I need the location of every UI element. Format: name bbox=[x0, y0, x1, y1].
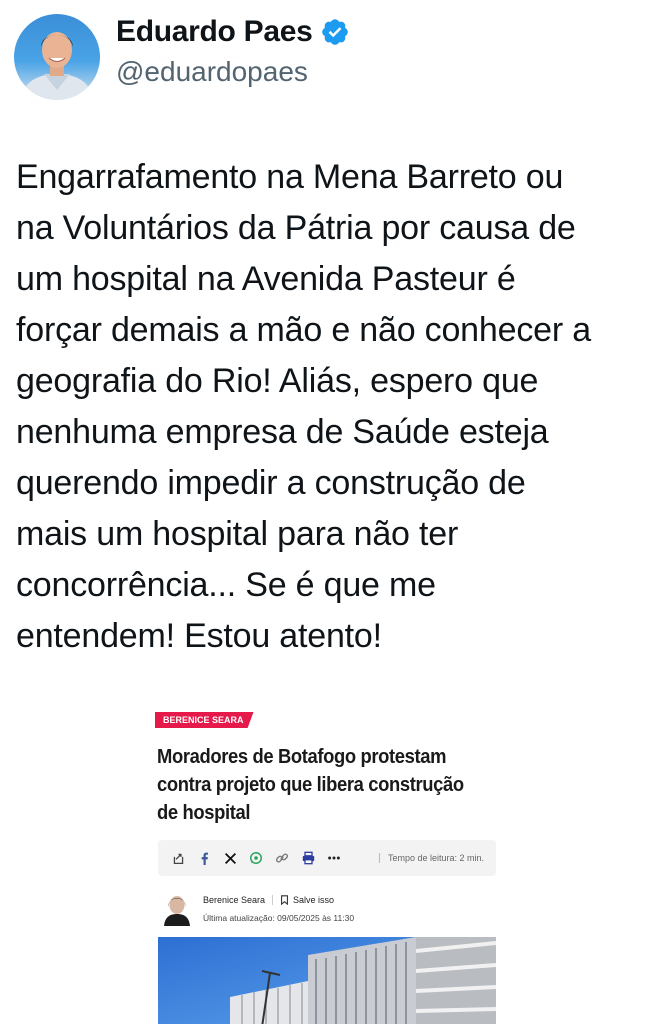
link-icon[interactable] bbox=[274, 850, 290, 866]
verified-badge-icon bbox=[322, 19, 349, 45]
profile-name[interactable]: Eduardo Paes bbox=[116, 15, 313, 49]
author-avatar[interactable] bbox=[163, 892, 191, 926]
save-button[interactable]: Salve isso bbox=[280, 895, 334, 905]
article-photo bbox=[158, 937, 496, 1024]
profile-avatar[interactable] bbox=[14, 14, 100, 100]
author-row: Berenice Seara Salve isso bbox=[203, 895, 334, 905]
updated-timestamp: Última atualização: 09/05/2025 às 11:30 bbox=[203, 913, 355, 923]
divider bbox=[272, 895, 274, 905]
more-icon[interactable] bbox=[326, 850, 342, 866]
profile-handle[interactable]: @eduardopaes bbox=[116, 56, 308, 88]
tweet-text: Engarrafamento na Mena Barreto ou na Vol… bbox=[16, 158, 591, 655]
print-icon[interactable] bbox=[300, 850, 316, 866]
x-icon[interactable] bbox=[222, 850, 238, 866]
divider bbox=[378, 853, 380, 863]
save-label: Salve isso bbox=[293, 895, 335, 905]
author-name[interactable]: Berenice Seara bbox=[203, 895, 265, 905]
article-headline: Moradores de Botafogo protestam contra p… bbox=[157, 746, 464, 824]
share-bar: Tempo de leitura: 2 min. bbox=[158, 840, 496, 876]
reading-time-label: Tempo de leitura: 2 min. bbox=[378, 853, 484, 863]
article-tag: BERENICE SEARA bbox=[155, 712, 254, 728]
profile-name-row: Eduardo Paes bbox=[116, 14, 350, 50]
share-icon[interactable] bbox=[170, 850, 186, 866]
article-screenshot[interactable]: BERENICE SEARA Moradores de Botafogo pro… bbox=[155, 710, 505, 1024]
bookmark-icon bbox=[281, 895, 289, 905]
reading-time: Tempo de leitura: 2 min. bbox=[387, 853, 484, 863]
facebook-icon[interactable] bbox=[196, 850, 212, 866]
whatsapp-icon[interactable] bbox=[248, 850, 264, 866]
